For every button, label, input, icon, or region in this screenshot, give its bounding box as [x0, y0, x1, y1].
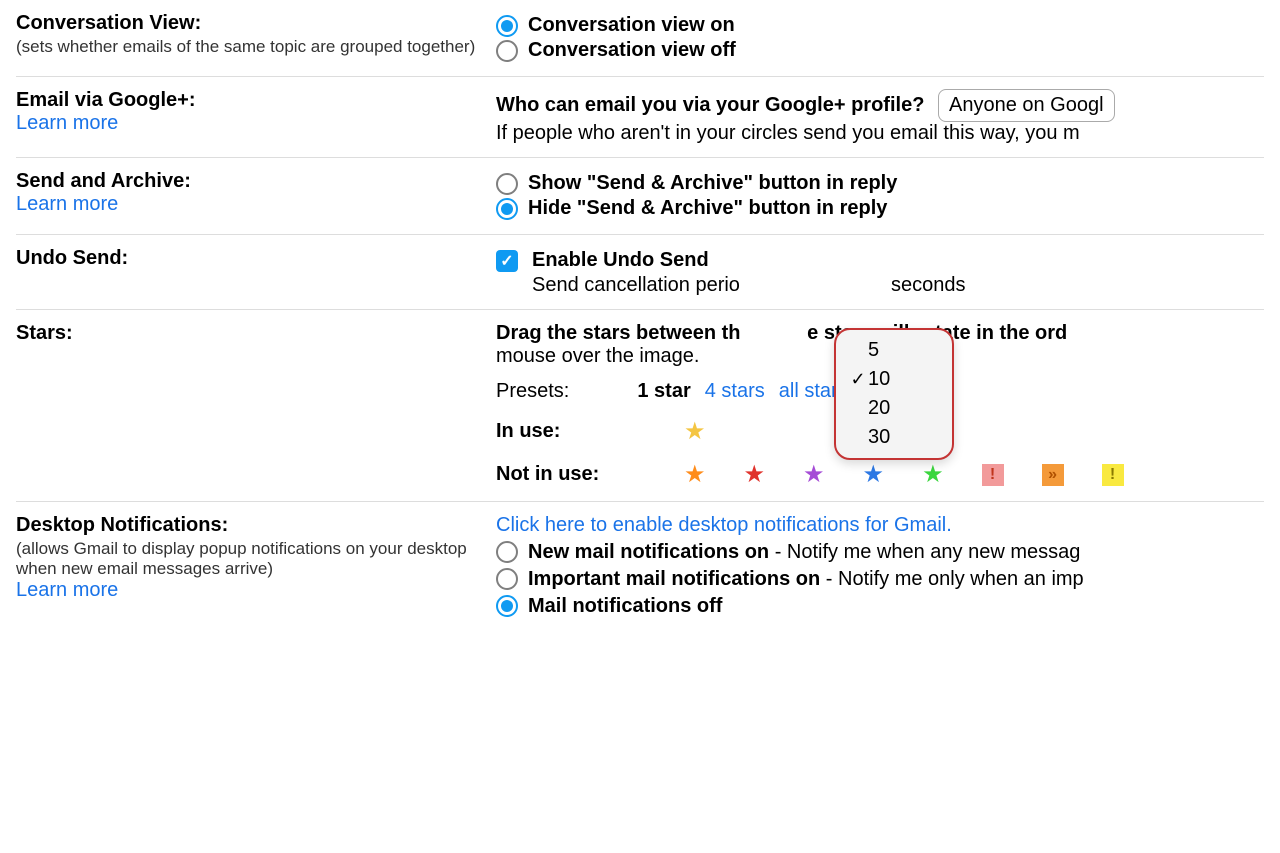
stars-title: Stars: [16, 322, 476, 345]
undo-send-option-20[interactable]: 20 [836, 394, 952, 423]
send-archive-show-label: Show "Send & Archive" button in reply [528, 172, 897, 195]
stars-row: Stars: Drag the stars between th e stars… [16, 309, 1264, 501]
conversation-view-off-label: Conversation view off [528, 39, 736, 62]
star-notinuse-0[interactable]: ★ [684, 460, 706, 489]
conversation-view-on-radio[interactable] [496, 15, 518, 37]
undo-send-period-dropdown[interactable]: 5✓102030 [834, 328, 954, 460]
undo-send-row: Undo Send: Enable Undo Send Send cancell… [16, 234, 1264, 309]
star-notinuse-4[interactable]: ★ [922, 460, 944, 489]
notif-new-label: New mail notifications on [528, 541, 769, 563]
stars-in-use-label: In use: [496, 420, 646, 443]
star-notinuse-3[interactable]: ★ [863, 460, 885, 489]
undo-send-option-label: 30 [868, 426, 890, 449]
undo-send-title: Undo Send: [16, 247, 476, 270]
desktop-notifications-row: Desktop Notifications: (allows Gmail to … [16, 501, 1264, 630]
undo-send-option-label: 10 [868, 368, 890, 391]
email-via-gplus-title: Email via Google+: [16, 89, 476, 112]
stars-presets-label: Presets: [496, 380, 569, 403]
star-notinuse-5[interactable]: ! [982, 464, 1004, 486]
star-notinuse-7[interactable]: ! [1102, 464, 1124, 486]
star-notinuse-2[interactable]: ★ [803, 460, 825, 489]
conversation-view-title: Conversation View: [16, 12, 476, 35]
notif-important-radio[interactable] [496, 568, 518, 590]
preset-4-stars[interactable]: 4 stars [705, 380, 765, 403]
undo-send-option-label: 20 [868, 397, 890, 420]
send-archive-hide-label: Hide "Send & Archive" button in reply [528, 197, 887, 220]
send-archive-row: Send and Archive: Learn more Show "Send … [16, 157, 1264, 234]
stars-not-in-use-label: Not in use: [496, 463, 646, 486]
notif-important-label: Important mail notifications on [528, 568, 820, 590]
undo-send-enable-label: Enable Undo Send [532, 249, 709, 272]
undo-send-option-label: 5 [868, 339, 879, 362]
undo-send-option-30[interactable]: 30 [836, 423, 952, 452]
email-via-gplus-learn-more-link[interactable]: Learn more [16, 112, 476, 135]
notif-off-radio[interactable] [496, 595, 518, 617]
desktop-notifications-title: Desktop Notifications: [16, 514, 476, 537]
email-via-gplus-select[interactable]: Anyone on Googl [938, 89, 1115, 122]
star-notinuse-1[interactable]: ★ [744, 460, 766, 489]
conversation-view-off-radio[interactable] [496, 40, 518, 62]
undo-send-period-prefix: Send cancellation perio [532, 274, 740, 296]
send-archive-title: Send and Archive: [16, 170, 476, 193]
notif-new-desc: - Notify me when any new messag [769, 541, 1080, 563]
desktop-notifications-learn-more-link[interactable]: Learn more [16, 579, 476, 602]
conversation-view-on-label: Conversation view on [528, 14, 735, 37]
notif-off-label: Mail notifications off [528, 595, 722, 617]
preset-1-star[interactable]: 1 star [637, 380, 690, 403]
enable-desktop-notifications-link[interactable]: Click here to enable desktop notificatio… [496, 514, 1264, 537]
send-archive-learn-more-link[interactable]: Learn more [16, 193, 476, 216]
conversation-view-hint: (sets whether emails of the same topic a… [16, 37, 476, 57]
check-icon: ✓ [848, 369, 868, 390]
send-archive-hide-radio[interactable] [496, 198, 518, 220]
undo-send-option-5[interactable]: 5 [836, 336, 952, 365]
undo-send-option-10[interactable]: ✓10 [836, 365, 952, 394]
desktop-notifications-hint: (allows Gmail to display popup notificat… [16, 539, 476, 579]
conversation-view-row: Conversation View: (sets whether emails … [16, 0, 1264, 76]
star-inuse-0[interactable]: ★ [684, 417, 706, 446]
email-via-gplus-question: Who can email you via your Google+ profi… [496, 94, 924, 116]
star-notinuse-6[interactable]: » [1042, 464, 1064, 486]
email-via-gplus-row: Email via Google+: Learn more Who can em… [16, 76, 1264, 157]
notif-new-radio[interactable] [496, 541, 518, 563]
undo-send-enable-checkbox[interactable] [496, 250, 518, 272]
email-via-gplus-hint: If people who aren't in your circles sen… [496, 122, 1264, 145]
undo-send-period-suffix: seconds [891, 274, 966, 296]
send-archive-show-radio[interactable] [496, 173, 518, 195]
notif-important-desc: - Notify me only when an imp [820, 568, 1083, 590]
